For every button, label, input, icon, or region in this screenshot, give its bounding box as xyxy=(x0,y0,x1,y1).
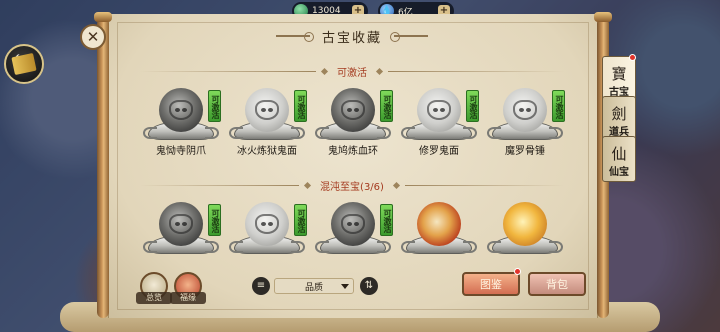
title-banner: 古宝收藏 xyxy=(270,26,434,46)
treasure-orb-icon xyxy=(159,88,203,132)
activatable-badge: 可激活 xyxy=(380,90,393,122)
weapon-tab-icon: 劍 xyxy=(611,105,627,123)
activatable-badge: 可激活 xyxy=(552,90,565,122)
treasure-card[interactable]: 可激活 冰火炼狱鬼面 xyxy=(228,86,307,158)
treasure-orb-icon xyxy=(417,88,461,132)
sort-icon[interactable]: ⇅ xyxy=(360,277,378,295)
scroll-rod-left xyxy=(97,18,109,318)
treasure-card[interactable]: 可激活 鬼恸寺阴爪 xyxy=(142,86,221,158)
section-title: 混沌至宝(3/6) xyxy=(320,181,384,193)
treasure-orb-icon xyxy=(245,88,289,132)
treasure-card[interactable]: 可激活 魔罗骨锤 xyxy=(486,86,565,158)
atlas-button[interactable]: 图鉴 xyxy=(462,272,520,296)
treasure-card[interactable]: 可激活 鬼鸠炼血环 xyxy=(314,86,393,158)
notification-dot xyxy=(629,54,636,61)
asura-mask-icon xyxy=(427,100,451,120)
close-icon: ✕ xyxy=(86,28,100,46)
demon-face-icon xyxy=(169,100,193,120)
treasure-name: 冰火炼狱鬼面 xyxy=(237,146,297,157)
treasure-name: 修罗鬼面 xyxy=(419,146,459,157)
divider-ornament xyxy=(320,67,329,75)
activatable-badge: 可激活 xyxy=(294,204,307,236)
page-title: 古宝收藏 xyxy=(321,30,382,46)
bag-button[interactable]: 背包 xyxy=(528,272,586,296)
overview-button[interactable]: 总览 xyxy=(136,272,172,304)
section-header-activatable: 可激活 xyxy=(140,64,564,79)
quest-book-button[interactable] xyxy=(4,44,44,84)
notification-dot xyxy=(514,268,521,275)
overview-label: 总览 xyxy=(136,292,172,304)
treasure-card[interactable]: 可激活 xyxy=(142,200,221,272)
blood-ring-icon xyxy=(341,100,365,120)
divider-ornament xyxy=(375,67,384,75)
bag-label: 背包 xyxy=(546,278,568,291)
activatable-badge: 可激活 xyxy=(208,204,221,236)
quality-value: 品质 xyxy=(304,282,323,293)
title-ornament-right xyxy=(390,32,428,42)
treasure-tab-icon: 寶 xyxy=(611,65,627,83)
quality-dropdown[interactable]: 品质 xyxy=(274,278,354,294)
treasure-card[interactable]: 可激活 xyxy=(228,200,307,272)
activatable-badge: 可激活 xyxy=(380,204,393,236)
divider-ornament xyxy=(392,181,400,189)
chevron-down-icon xyxy=(341,284,349,289)
title-ornament-left xyxy=(275,32,314,42)
filter-icon[interactable]: ≡ xyxy=(252,277,270,295)
blessing-button[interactable]: 福缘 xyxy=(170,272,206,304)
blood-ring-icon xyxy=(341,214,365,234)
treasure-name: 鬼鸠炼血环 xyxy=(328,146,378,157)
close-button[interactable]: ✕ xyxy=(80,24,106,50)
treasure-orb-icon xyxy=(331,88,375,132)
treasure-card[interactable] xyxy=(486,200,564,272)
divider xyxy=(404,184,564,186)
golden-orb-icon xyxy=(503,202,547,246)
rod-cap xyxy=(594,12,612,22)
divider-ornament xyxy=(304,181,312,189)
treasure-card[interactable] xyxy=(400,200,478,272)
tab-immortal-treasure[interactable]: 仙 仙宝 xyxy=(602,136,636,182)
activatable-badge: 可激活 xyxy=(294,90,307,122)
section-header-chaos: 混沌至宝(3/6) xyxy=(140,178,564,193)
treasure-orb-icon xyxy=(245,202,289,246)
demon-mask-icon xyxy=(255,100,279,120)
divider xyxy=(140,70,316,72)
treasure-name: 魔罗骨锤 xyxy=(505,146,545,157)
immortal-tab-icon: 仙 xyxy=(611,145,627,163)
divider xyxy=(140,184,300,186)
treasure-row-activatable: 可激活 鬼恸寺阴爪 可激活 冰火炼狱鬼面 可激活 鬼鸠炼血环 可激活 修罗鬼面 … xyxy=(138,86,568,160)
atlas-label: 图鉴 xyxy=(480,278,502,291)
divider xyxy=(388,70,564,72)
rod-cap xyxy=(94,12,112,22)
treasure-row-chaos: 可激活 可激活 可激活 xyxy=(138,200,568,274)
blessing-label: 福缘 xyxy=(170,292,206,304)
treasure-orb-icon xyxy=(503,88,547,132)
treasure-card[interactable]: 可激活 修罗鬼面 xyxy=(400,86,479,158)
tab-label: 仙宝 xyxy=(609,167,629,178)
demon-mask-icon xyxy=(255,214,279,234)
demon-face-icon xyxy=(169,214,193,234)
activatable-badge: 可激活 xyxy=(466,90,479,122)
treasure-card[interactable]: 可激活 xyxy=(314,200,393,272)
book-icon xyxy=(11,52,37,76)
activatable-badge: 可激活 xyxy=(208,90,221,122)
section-title: 可激活 xyxy=(337,67,367,79)
treasure-orb-icon xyxy=(159,202,203,246)
bone-hammer-icon xyxy=(513,100,537,120)
fire-orb-icon xyxy=(417,202,461,246)
treasure-name: 鬼恸寺阴爪 xyxy=(156,146,206,157)
treasure-orb-icon xyxy=(331,202,375,246)
